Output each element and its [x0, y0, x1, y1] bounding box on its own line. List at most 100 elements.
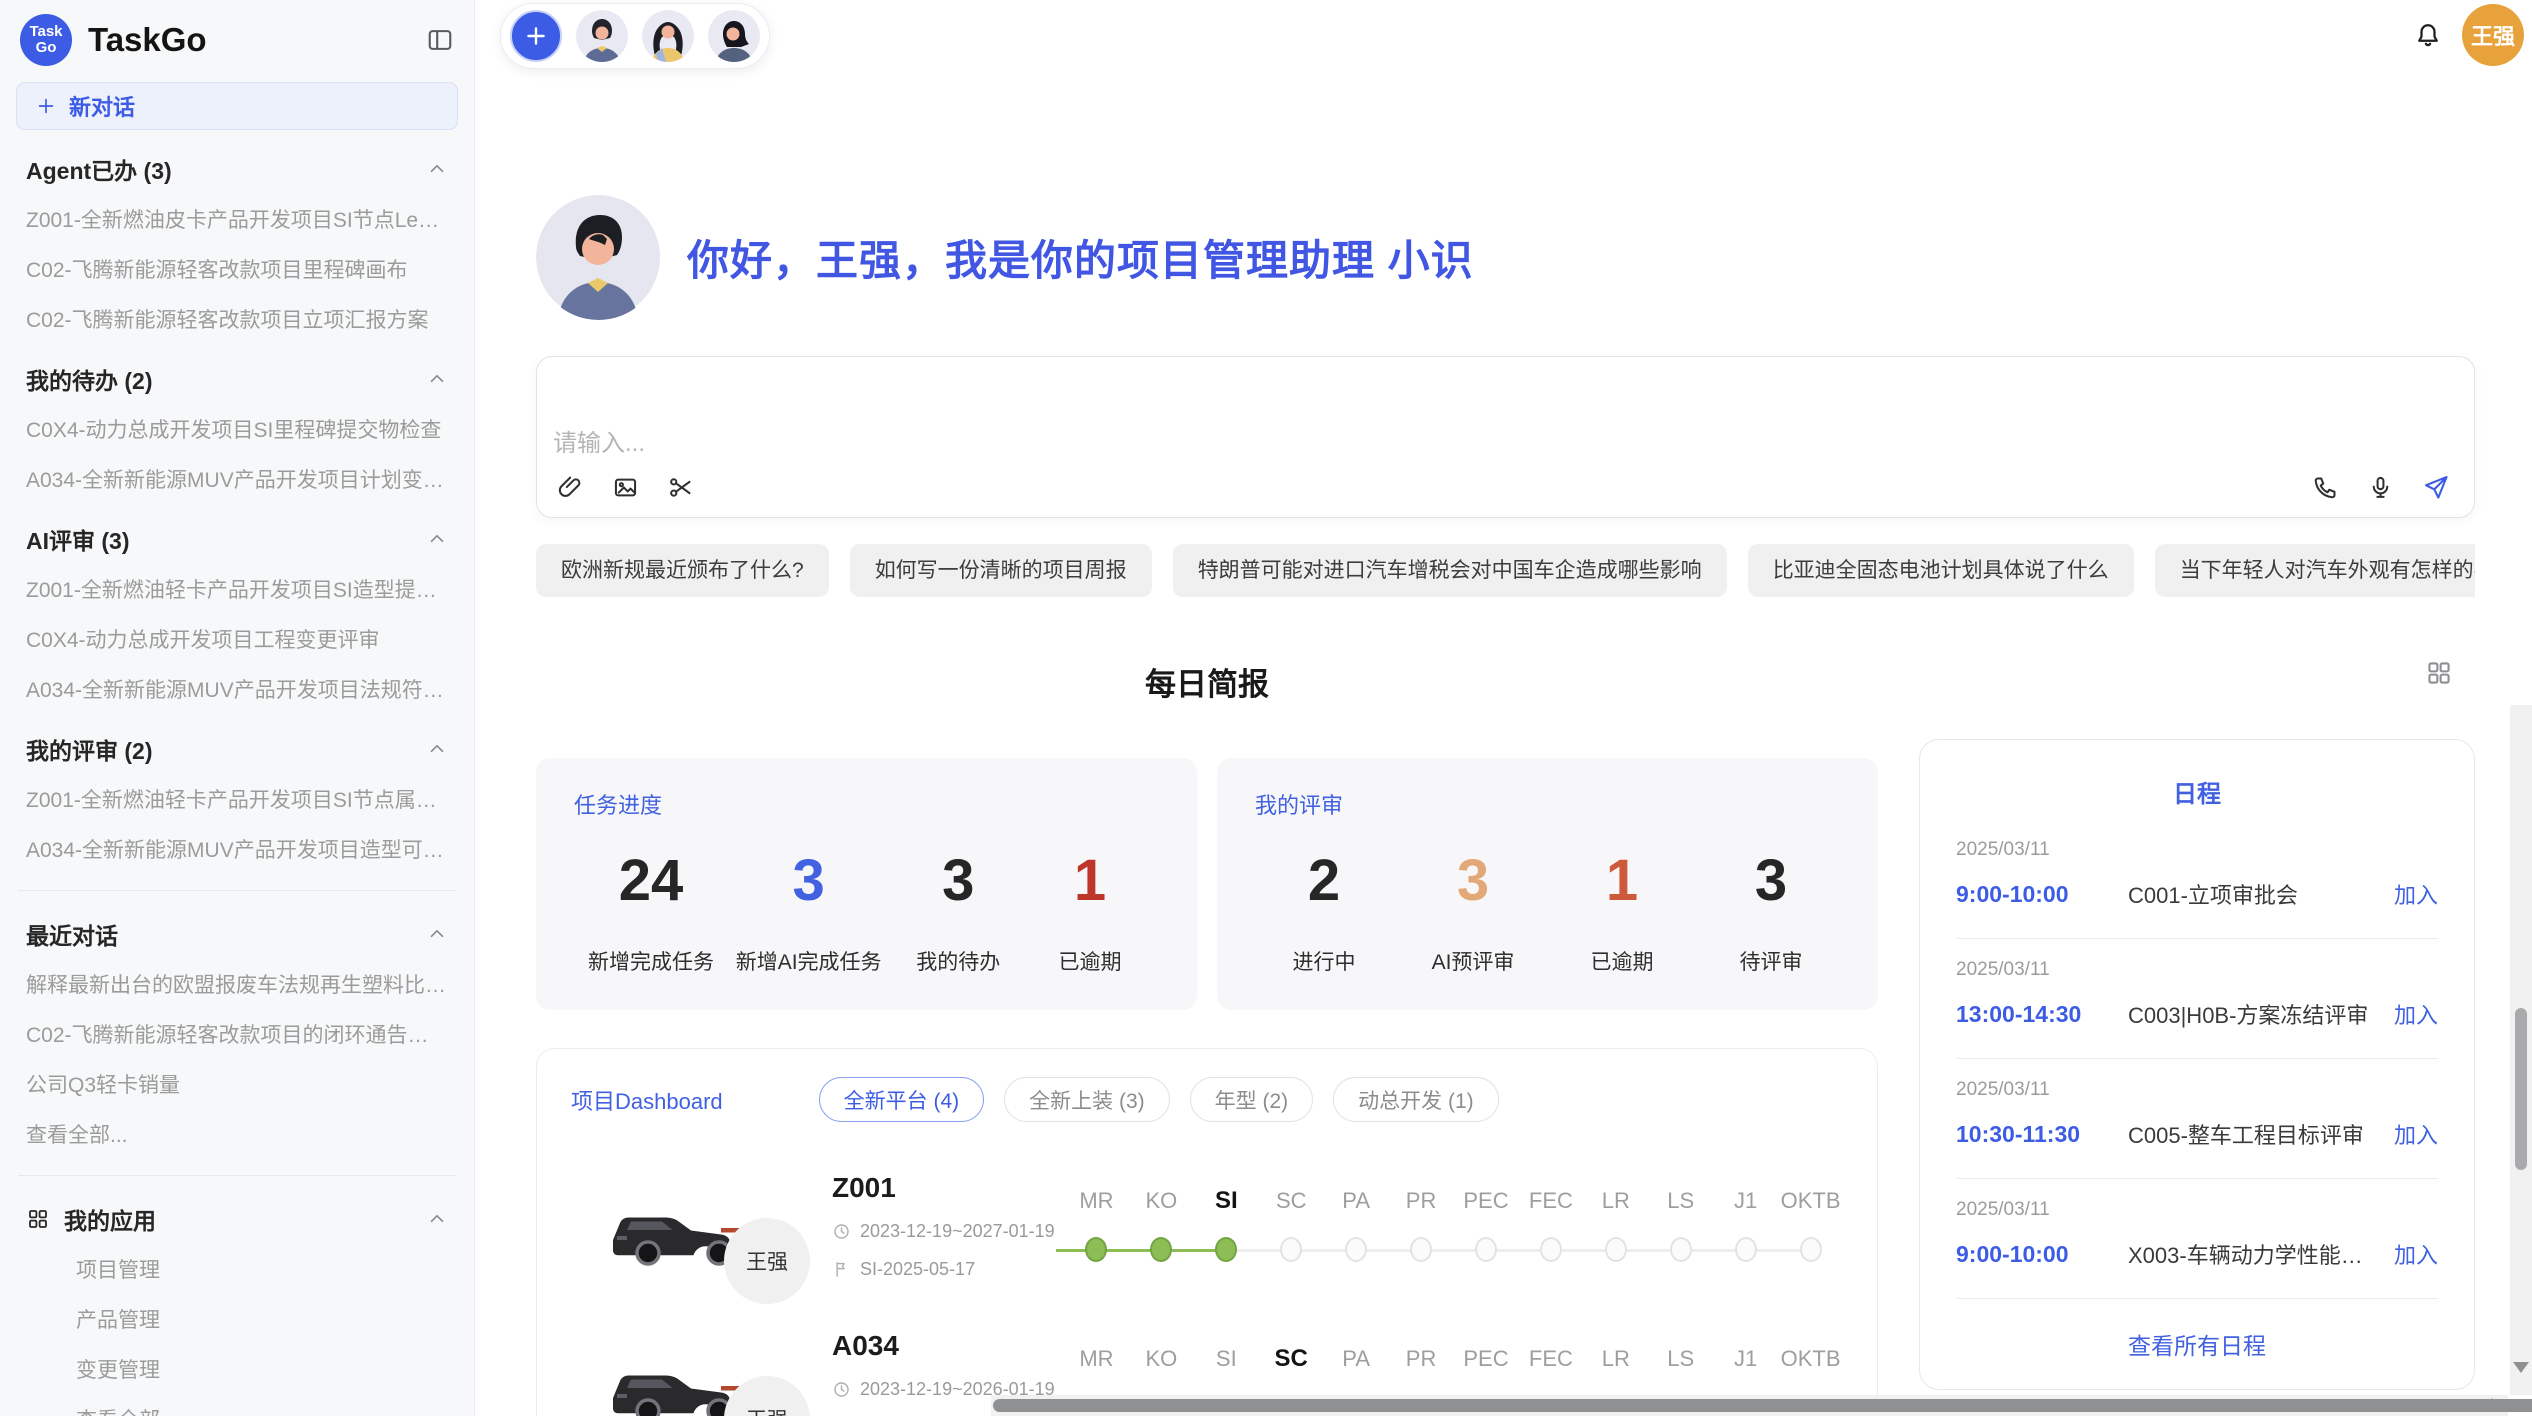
project-flag: SI-2025-05-17 — [832, 1259, 1058, 1280]
sidebar-task-item[interactable]: C0X4-动力总成开发项目SI里程碑提交物检查 — [14, 404, 460, 454]
agent-avatar-3[interactable] — [708, 10, 760, 62]
new-chat-button[interactable]: 新对话 — [16, 82, 458, 130]
milestone-step[interactable]: LR — [1583, 1186, 1648, 1266]
milestone-dot — [1150, 1237, 1172, 1262]
sidebar-collapse-icon[interactable] — [426, 26, 454, 54]
add-agent-button[interactable] — [510, 10, 562, 62]
phone-icon[interactable] — [2312, 474, 2339, 501]
sidebar-app-item[interactable]: 变更管理 — [14, 1344, 460, 1394]
chat-input[interactable]: 请输入... — [536, 356, 2475, 518]
sidebar-section-header[interactable]: 我的评审 (2) — [14, 722, 460, 774]
sidebar-task-item[interactable]: C0X4-动力总成开发项目工程变更评审 — [14, 614, 460, 664]
sidebar-app-item[interactable]: 项目管理 — [14, 1244, 460, 1294]
sidebar-section-header[interactable]: Agent已办 (3) — [14, 142, 460, 194]
milestone-step[interactable]: PR — [1389, 1186, 1454, 1266]
scroll-right-arrow-icon[interactable] — [2491, 1398, 2502, 1412]
sidebar-task-item[interactable]: Z001-全新燃油轻卡产品开发项目SI造型提交物评审 — [14, 564, 460, 614]
join-button[interactable]: 加入 — [2394, 1238, 2438, 1270]
sidebar-recent-view-all[interactable]: 查看全部... — [14, 1109, 460, 1159]
project-image: 王强 — [597, 1334, 762, 1416]
sidebar-task-item[interactable]: C02-飞腾新能源轻客改款项目里程碑画布 — [14, 244, 460, 294]
suggestion-chip[interactable]: 比亚迪全固态电池计划具体说了什么 — [1748, 544, 2134, 597]
suggestion-chip[interactable]: 当下年轻人对汽车外观有怎样的喜好趋势 — [2155, 544, 2475, 597]
app-title: TaskGo — [88, 21, 410, 59]
suggestion-chip[interactable]: 特朗普可能对进口汽车增税会对中国车企造成哪些影响 — [1173, 544, 1727, 597]
milestone-step[interactable]: PA — [1324, 1186, 1389, 1266]
sidebar-task-item[interactable]: Z001-全新燃油皮卡产品开发项目SI节点Lesson Learn报告 — [14, 194, 460, 244]
scroll-down-arrow-icon[interactable] — [2513, 1362, 2529, 1373]
vertical-scrollbar-thumb[interactable] — [2515, 1008, 2527, 1170]
milestone-step[interactable]: LS — [1648, 1186, 1713, 1266]
sidebar-header: Task Go TaskGo — [14, 0, 460, 74]
milestone-dot — [1410, 1237, 1432, 1262]
milestone-step[interactable]: MR — [1064, 1186, 1129, 1266]
scissors-icon[interactable] — [667, 474, 694, 501]
stat-card: 任务进度24新增完成任务3新增AI完成任务3我的待办1已逾期 — [536, 758, 1197, 1010]
send-icon[interactable] — [2422, 473, 2450, 501]
agent-avatar-2[interactable] — [642, 10, 694, 62]
schedule-item: 2025/03/1110:30-11:30C005-整车工程目标评审加入 — [1956, 1059, 2438, 1178]
dashboard-tab[interactable]: 动总开发 (1) — [1333, 1077, 1499, 1122]
project-dates-text: 2023-12-19~2027-01-19 — [860, 1221, 1055, 1242]
milestone-step[interactable]: OKTB — [1778, 1186, 1843, 1266]
milestone-step[interactable]: PEC — [1454, 1186, 1519, 1266]
join-button[interactable]: 加入 — [2394, 1118, 2438, 1150]
image-upload-icon[interactable] — [612, 474, 639, 501]
suggestion-chip[interactable]: 如何写一份清晰的项目周报 — [850, 544, 1152, 597]
sidebar-divider — [18, 890, 456, 891]
milestone-step[interactable]: SI — [1194, 1186, 1259, 1266]
stat-value: 3 — [736, 852, 882, 910]
greeting-text: 你好，王强，我是你的项目管理助理 小识 — [687, 227, 1474, 288]
sidebar-recent-item[interactable]: 解释最新出台的欧盟报废车法规再生塑料比例被调至15%... — [14, 959, 460, 1009]
horizontal-scrollbar-thumb[interactable] — [993, 1399, 2532, 1412]
sidebar-task-item[interactable]: A034-全新新能源MUV产品开发项目造型可行性评审 — [14, 824, 460, 874]
schedule-date: 2025/03/11 — [1956, 1199, 2438, 1221]
stat-label: 我的待办 — [903, 946, 1013, 976]
schedule-time: 13:00-14:30 — [1956, 1001, 2128, 1028]
sidebar-section-header[interactable]: 我的待办 (2) — [14, 352, 460, 404]
stat-item: 3待评审 — [1716, 852, 1826, 976]
suggestion-chip[interactable]: 欧洲新规最近颁布了什么? — [536, 544, 829, 597]
milestone-step[interactable]: KO — [1129, 1186, 1194, 1266]
sidebar-section-header-apps[interactable]: 我的应用 — [14, 1192, 460, 1244]
dashboard-tab[interactable]: 全新上装 (3) — [1004, 1077, 1170, 1122]
microphone-icon[interactable] — [2367, 474, 2394, 501]
vertical-scrollbar[interactable] — [2510, 705, 2532, 1395]
user-avatar[interactable]: 王强 — [2462, 4, 2524, 66]
sidebar-section-header[interactable]: AI评审 (3) — [14, 512, 460, 564]
join-button[interactable]: 加入 — [2394, 998, 2438, 1030]
milestone-label: KO — [1129, 1186, 1194, 1216]
sidebar-section-header-recent[interactable]: 最近对话 — [14, 907, 460, 959]
sidebar-recent-item[interactable]: C02-飞腾新能源轻客改款项目的闭环通告反馈情况 — [14, 1009, 460, 1059]
dashboard-tab[interactable]: 年型 (2) — [1190, 1077, 1314, 1122]
stat-value: 1 — [1567, 852, 1677, 910]
dashboard-tab[interactable]: 全新平台 (4) — [819, 1077, 985, 1122]
sidebar-task-item[interactable]: A034-全新新能源MUV产品开发项目法规符合性评审 — [14, 664, 460, 714]
stat-card-title: 我的评审 — [1255, 788, 1840, 820]
milestone-step[interactable]: FEC — [1518, 1186, 1583, 1266]
milestone-track: MRKOSISCPAPRPECFECLRLSJ1OKTB — [1064, 1186, 1843, 1266]
join-button[interactable]: 加入 — [2394, 878, 2438, 910]
app-logo: Task Go — [20, 14, 72, 66]
milestone-step[interactable]: SC — [1259, 1186, 1324, 1266]
section-title: 我的应用 — [26, 1202, 156, 1236]
sidebar-apps-view-all[interactable]: 查看全部... — [14, 1394, 460, 1416]
milestone-step[interactable]: J1 — [1713, 1186, 1778, 1266]
milestone-label: PEC — [1454, 1186, 1519, 1216]
sidebar-app-item[interactable]: 产品管理 — [14, 1294, 460, 1344]
sidebar-recent-item[interactable]: 公司Q3轻卡销量 — [14, 1059, 460, 1109]
stat-card-title: 任务进度 — [574, 788, 1159, 820]
sidebar-task-item[interactable]: C02-飞腾新能源轻客改款项目立项汇报方案 — [14, 294, 460, 344]
agent-avatar-1[interactable] — [576, 10, 628, 62]
layout-grid-icon[interactable] — [2425, 659, 2453, 687]
sidebar-task-item[interactable]: Z001-全新燃油轻卡产品开发项目SI节点属性5D文件评审 — [14, 774, 460, 824]
input-toolbar-left — [557, 474, 694, 501]
project-flag-text: SI-2025-05-17 — [860, 1259, 975, 1280]
notification-bell-icon[interactable] — [2413, 20, 2443, 50]
grid-icon — [26, 1207, 50, 1231]
horizontal-scrollbar[interactable] — [991, 1395, 2508, 1416]
view-all-schedule-link[interactable]: 查看所有日程 — [1956, 1299, 2438, 1375]
sidebar-task-item[interactable]: A034-全新新能源MUV产品开发项目计划变更表编写 — [14, 454, 460, 504]
milestone-label: PEC — [1454, 1344, 1519, 1374]
attachment-icon[interactable] — [557, 474, 584, 501]
